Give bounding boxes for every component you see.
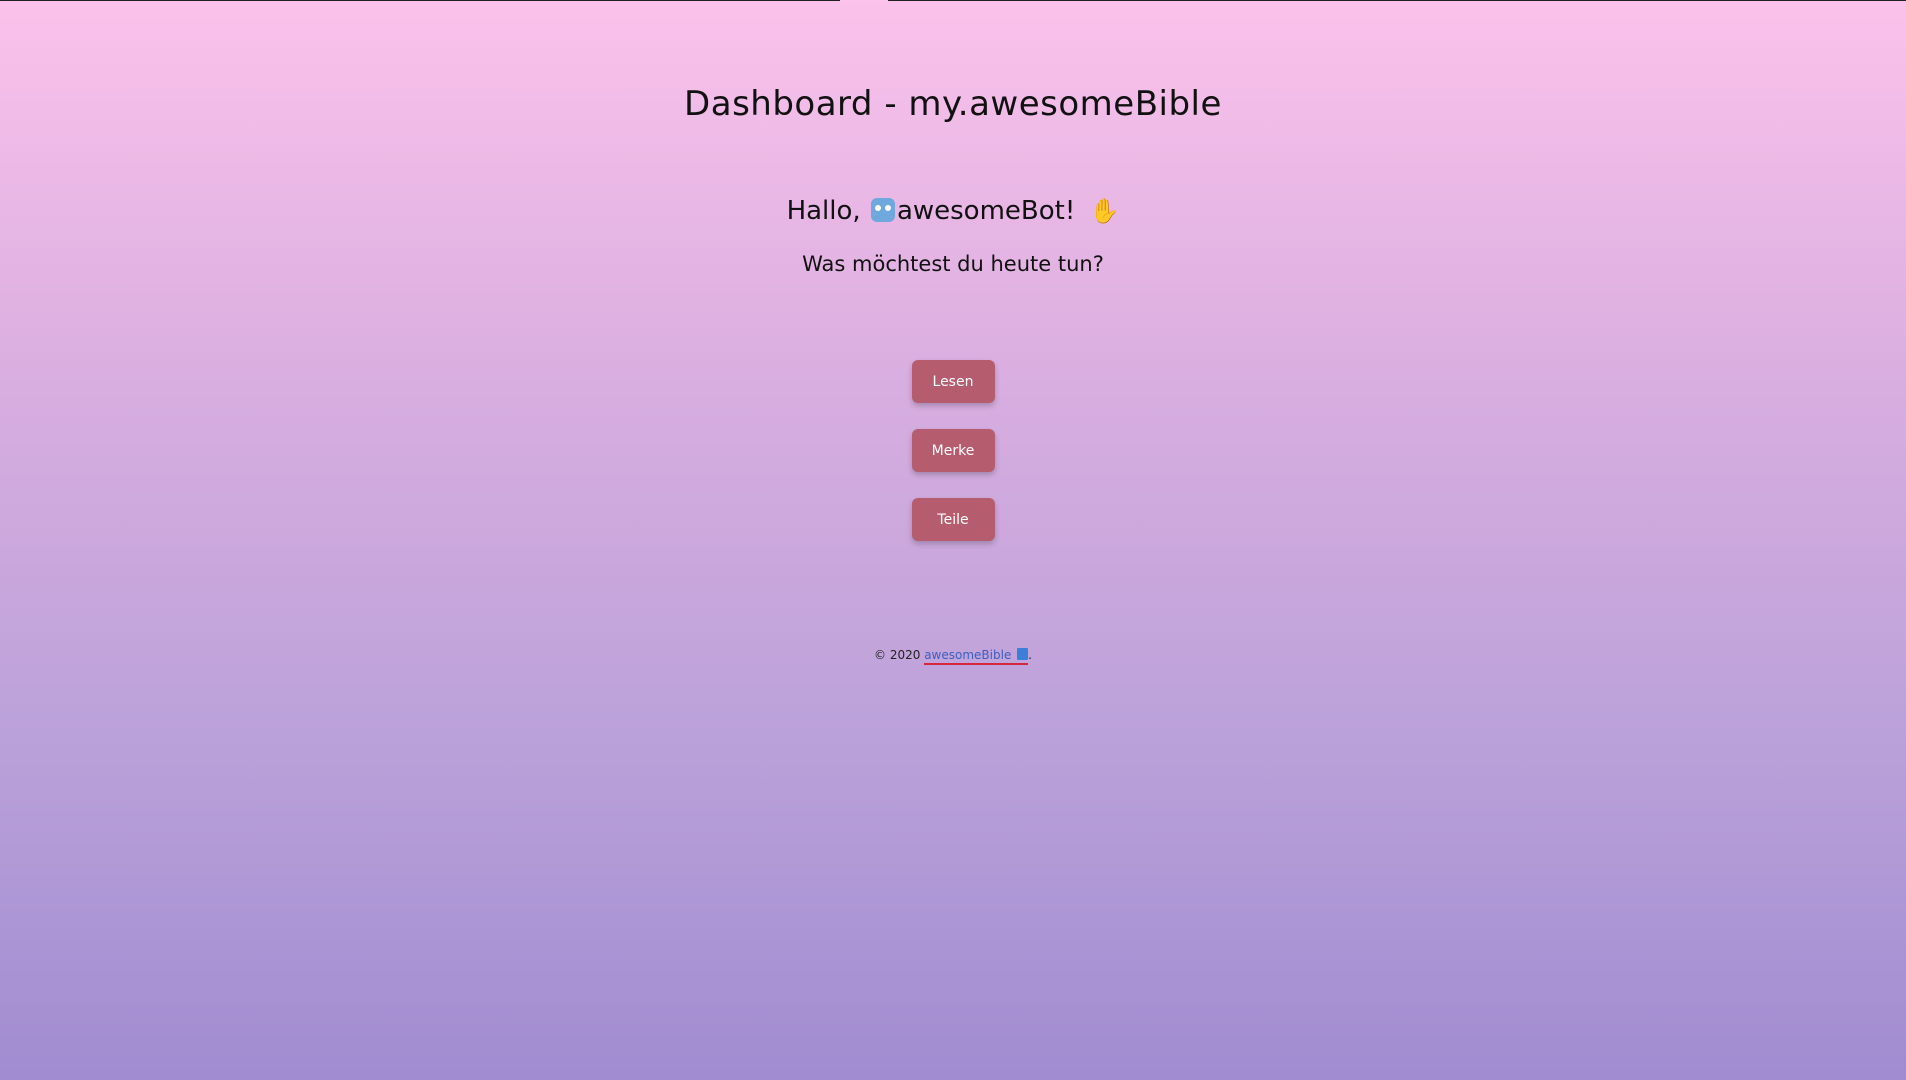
robot-face-icon	[870, 198, 895, 222]
top-border-gap	[840, 0, 888, 1]
footer-suffix: .	[1028, 648, 1032, 662]
greeting-heading: Hallo, awesomeBot! ✋	[0, 196, 1906, 226]
footer-link-text: awesomeBible	[924, 648, 1012, 662]
greeting-prefix: Hallo,	[786, 196, 861, 226]
share-button[interactable]: Teile	[911, 498, 995, 541]
footer: © 2020 awesomeBible .	[0, 648, 1906, 665]
action-buttons: Lesen Merke Teile	[0, 360, 1906, 541]
book-icon	[1017, 648, 1029, 660]
awesomebible-link[interactable]: awesomeBible	[924, 648, 1029, 665]
page-title: Dashboard - my.awesomeBible	[684, 84, 1222, 124]
subtitle-prompt: Was möchtest du heute tun?	[802, 252, 1104, 276]
read-button[interactable]: Lesen	[911, 360, 995, 403]
top-border-line	[0, 0, 1906, 1]
waving-hand-icon: ✋	[1089, 197, 1120, 225]
memorize-button[interactable]: Merke	[911, 429, 995, 472]
greeting-username: awesomeBot!	[896, 196, 1076, 226]
footer-copyright: © 2020	[874, 648, 921, 662]
